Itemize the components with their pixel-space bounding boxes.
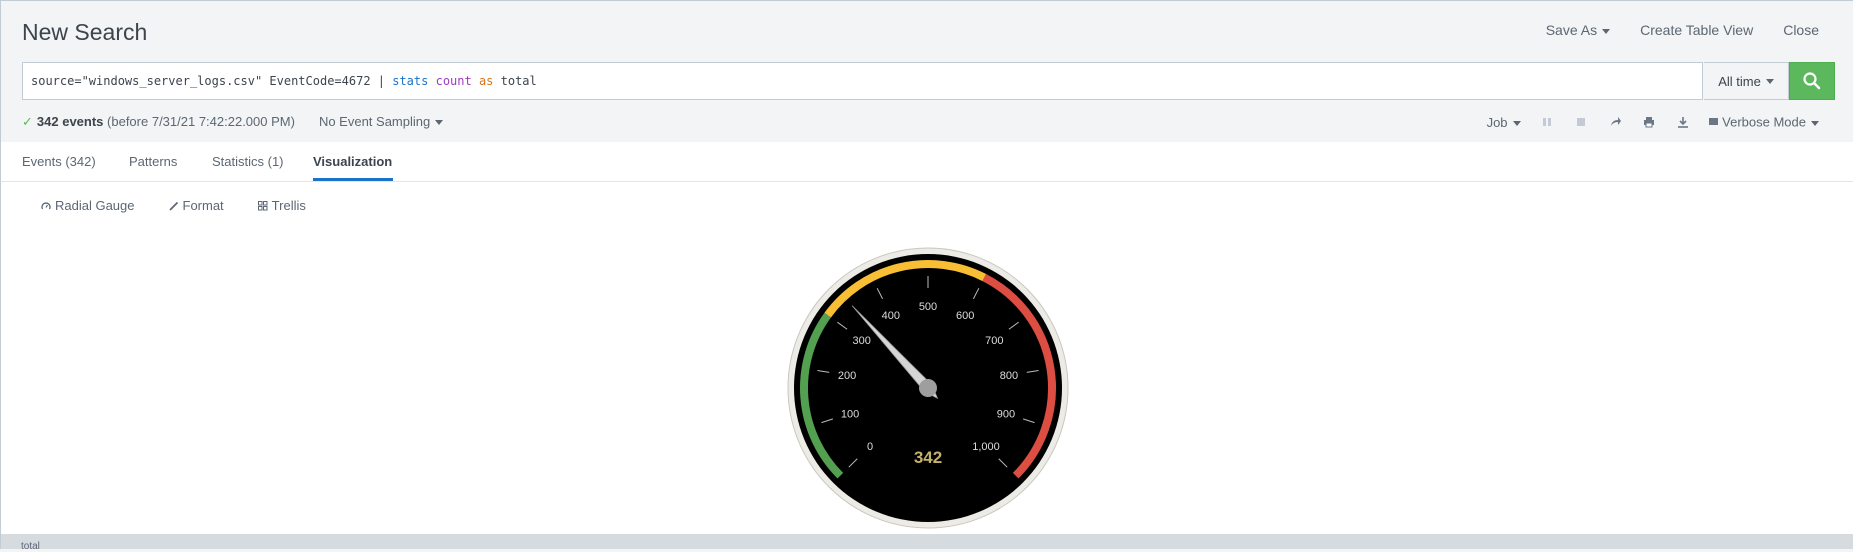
radial-gauge: 0 100 200 300 400 500 600 700 800 900 1,000 342 <box>787 247 1069 529</box>
magnifier-icon <box>1803 72 1821 90</box>
gauge-tick-label: 0 <box>867 441 873 453</box>
caret-down-icon <box>1765 78 1774 84</box>
gauge-value: 342 <box>914 448 942 467</box>
search-status: ✓ 342 events (before 7/31/21 7:42:22.000 … <box>22 114 444 130</box>
tab-statistics[interactable]: Statistics (1) <box>212 154 284 169</box>
search-mode-label: Verbose Mode <box>1722 114 1806 130</box>
query-keyword: as <box>478 74 494 88</box>
gauge-tick-label: 400 <box>882 310 900 322</box>
grid-icon <box>257 200 268 210</box>
active-tab-indicator <box>313 178 393 181</box>
search-header: New Search Save As Create Table View Clo… <box>0 0 1853 142</box>
gauge-tick-label: 600 <box>956 310 974 322</box>
mode-icon <box>1709 114 1719 130</box>
query-function: count <box>435 74 472 88</box>
query-space-1 <box>428 74 435 88</box>
radial-gauge-icon <box>41 201 51 209</box>
gauge-tick-label: 200 <box>838 370 856 382</box>
gauge-needle-hub <box>919 379 937 397</box>
format-button[interactable]: Format <box>168 198 224 213</box>
viz-toolbar: Radial Gauge Format Trellis <box>41 198 306 213</box>
tab-events[interactable]: Events (342) <box>22 154 96 169</box>
tab-patterns[interactable]: Patterns <box>129 154 177 169</box>
gauge-tick-label: 800 <box>1000 370 1018 382</box>
check-icon: ✓ <box>22 114 33 129</box>
trellis-label: Trellis <box>271 198 306 213</box>
close-button[interactable]: Close <box>1783 22 1819 38</box>
stop-icon[interactable] <box>1573 114 1589 130</box>
viz-type-label: Radial Gauge <box>55 198 135 213</box>
caret-down-icon <box>1512 120 1521 126</box>
search-input[interactable]: source="windows_server_logs.csv" EventCo… <box>22 62 1703 100</box>
job-menu[interactable]: Job <box>1487 115 1521 130</box>
page-title: New Search <box>22 19 148 45</box>
gauge-tick-label: 700 <box>985 335 1003 347</box>
results-tabs: Events (342) Patterns Statistics (1) Vis… <box>0 142 1853 182</box>
format-label: Format <box>182 198 224 213</box>
job-label: Job <box>1486 114 1508 130</box>
viz-type-button[interactable]: Radial Gauge <box>41 198 135 213</box>
query-rest: total <box>493 74 537 88</box>
header-actions: Save As Create Table View Close <box>1546 22 1819 38</box>
pause-icon[interactable] <box>1539 114 1555 130</box>
save-as-menu[interactable]: Save As <box>1545 22 1611 38</box>
gauge-tick-label: 100 <box>841 408 859 420</box>
query-space-2 <box>472 74 479 88</box>
query-command: stats <box>392 74 429 88</box>
results-footer: total <box>0 534 1853 552</box>
print-icon[interactable] <box>1641 114 1657 130</box>
event-count: 342 events <box>36 114 104 129</box>
create-table-view-button[interactable]: Create Table View <box>1640 22 1753 38</box>
job-controls: Job Verbose Mode <box>1487 114 1819 130</box>
caret-down-icon <box>1602 28 1611 34</box>
visualization-panel: Radial Gauge Format Trellis 0 100 200 300 40… <box>0 182 1853 534</box>
gauge-tick-label: 900 <box>997 408 1015 420</box>
event-summary: ✓ 342 events (before 7/31/21 7:42:22.000 … <box>22 114 295 130</box>
query-source: source="windows_server_logs.csv" EventCo… <box>31 74 393 88</box>
caret-down-icon <box>435 120 444 126</box>
time-range-label: All time <box>1718 73 1761 89</box>
save-as-label: Save As <box>1545 22 1598 38</box>
tab-visualization[interactable]: Visualization <box>313 154 392 169</box>
event-time-note: (before 7/31/21 7:42:22.000 PM) <box>107 114 295 129</box>
pencil-icon <box>168 201 178 211</box>
event-sampling-menu[interactable]: No Event Sampling <box>318 114 444 130</box>
search-mode-menu[interactable]: Verbose Mode <box>1709 114 1819 130</box>
event-sampling-label: No Event Sampling <box>318 114 431 129</box>
share-icon[interactable] <box>1607 114 1623 130</box>
search-query-text: source="windows_server_logs.csv" EventCo… <box>31 74 537 88</box>
gauge-tick-label: 300 <box>852 335 870 347</box>
caret-down-icon <box>1811 120 1819 126</box>
gauge-tick-label: 500 <box>919 301 937 313</box>
search-button[interactable] <box>1789 62 1835 100</box>
export-icon[interactable] <box>1675 114 1691 130</box>
trellis-button[interactable]: Trellis <box>257 198 306 213</box>
footer-field-label: total <box>21 541 40 552</box>
gauge-tick-label: 1,000 <box>972 441 1000 453</box>
time-range-picker[interactable]: All time <box>1704 62 1789 100</box>
